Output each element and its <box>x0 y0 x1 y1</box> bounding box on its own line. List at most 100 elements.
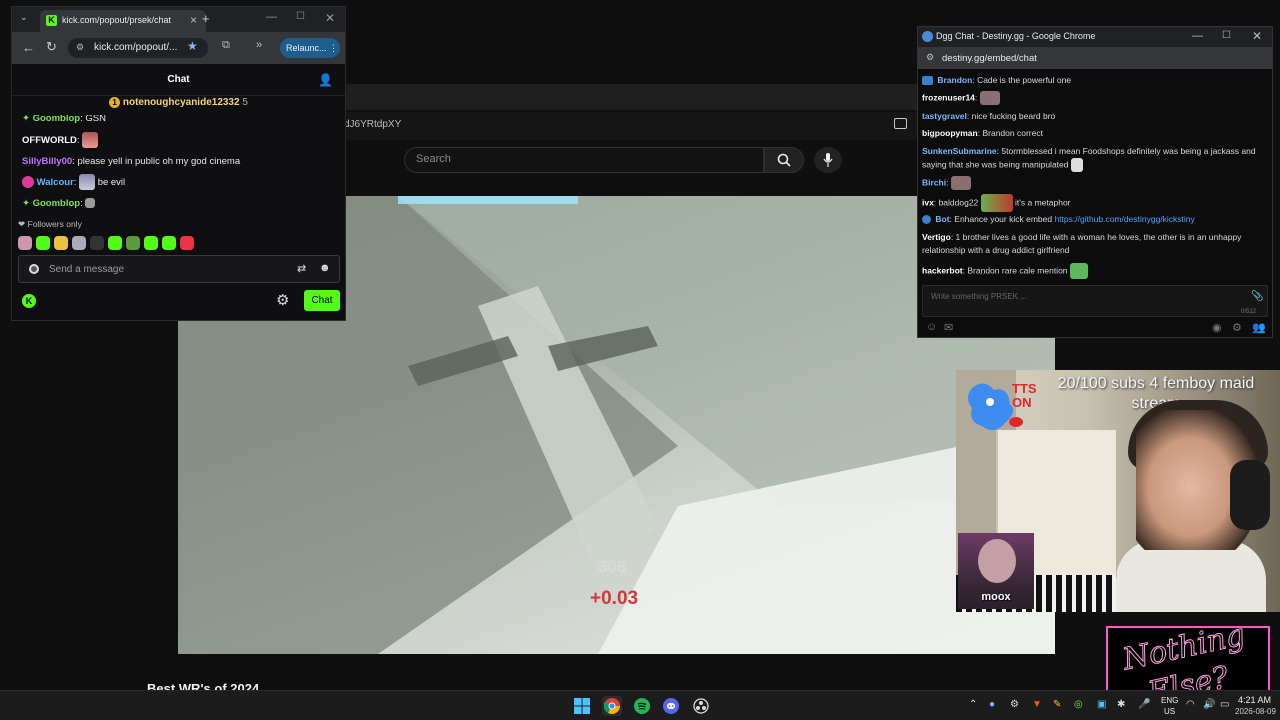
voice-search-button[interactable] <box>814 147 842 173</box>
kick-favicon-icon: K <box>46 15 57 26</box>
pinned-gifter[interactable]: 1 notenoughcyanide12332 5 <box>12 97 345 115</box>
user-settings-icon[interactable]: 👤 <box>318 73 333 87</box>
emote-button[interactable] <box>162 235 176 250</box>
clock-date[interactable]: 2026-08-09 <box>1235 707 1276 716</box>
bookmark-star-icon[interactable]: ★ <box>187 39 198 53</box>
site-info-icon[interactable]: ⚙ <box>926 52 934 63</box>
minimize-icon[interactable]: — <box>266 11 277 23</box>
badge-selector-icon[interactable] <box>29 264 39 274</box>
tab-kick-chat[interactable]: K kick.com/popout/prsek/chat × <box>40 10 206 32</box>
translate-icon[interactable]: ⇄ <box>297 262 306 275</box>
chat-username[interactable]: ivx <box>922 197 934 207</box>
send-chat-button[interactable]: Chat <box>304 290 340 311</box>
more-tools-icon[interactable]: » <box>256 39 262 51</box>
show-hidden-icons[interactable]: ⌃ <box>969 699 977 710</box>
close-icon[interactable]: ✕ <box>325 11 335 25</box>
chat-username[interactable]: Goomblop <box>33 198 81 209</box>
chat-username[interactable]: tastygravel <box>922 111 967 121</box>
chat-text: be evil <box>97 177 126 188</box>
extensions-icon[interactable]: ⧉ <box>222 39 230 52</box>
chat-username[interactable]: Bot <box>935 214 949 224</box>
chat-username[interactable]: SillyBilly00 <box>22 156 72 167</box>
start-button[interactable] <box>572 696 592 716</box>
emote-button[interactable] <box>72 235 86 250</box>
chrome-taskbar-button[interactable] <box>602 696 622 716</box>
emote-button[interactable] <box>90 235 104 250</box>
back-icon[interactable]: ← <box>22 40 35 55</box>
emote-menu-icon[interactable]: ☺ <box>926 321 937 333</box>
chrome-tray-icon[interactable]: ● <box>989 699 995 710</box>
search-input[interactable] <box>404 147 764 173</box>
language-indicator[interactable]: ENG <box>1161 696 1178 705</box>
kick-logo-icon[interactable]: K <box>22 294 36 308</box>
volume-icon[interactable]: 🔊 <box>1203 699 1215 710</box>
chat-username[interactable]: Goomblop <box>33 115 81 124</box>
emote-button[interactable] <box>144 235 158 250</box>
maximize-icon[interactable]: ☐ <box>296 11 305 22</box>
windows-logo-icon <box>574 698 590 714</box>
discord-taskbar-button[interactable] <box>661 696 681 716</box>
emote-button[interactable] <box>18 235 32 250</box>
gift-badge-icon: 1 <box>109 97 121 108</box>
reload-icon[interactable]: ↻ <box>46 39 57 55</box>
address-url: kick.com/popout/... <box>94 42 178 53</box>
chat-username[interactable]: Brandon <box>937 75 972 85</box>
chat-username[interactable]: SunkenSubmarine <box>922 146 997 156</box>
emote-button[interactable] <box>36 235 50 250</box>
app-tray-icon[interactable]: ◎ <box>1074 699 1083 710</box>
minimize-icon[interactable]: — <box>1192 30 1203 42</box>
chat-message-input[interactable]: Send a message ⇄ ☻ <box>18 255 340 283</box>
brave-tray-icon[interactable]: ▼ <box>1032 699 1042 710</box>
relaunch-label: Relaunc... <box>286 43 327 53</box>
chat-username[interactable]: hackerbot <box>922 265 963 275</box>
microphone-icon[interactable]: 🎤 <box>1138 699 1150 710</box>
window-tray-icon[interactable]: ▣ <box>1097 699 1106 710</box>
whispers-icon[interactable]: ✉ <box>944 321 953 334</box>
emote-button[interactable] <box>180 235 194 250</box>
chat-username[interactable]: OFFWORLD <box>22 135 77 146</box>
spotify-taskbar-button[interactable] <box>632 696 652 716</box>
new-tab-icon[interactable]: + <box>202 11 210 26</box>
tool-tray-icon[interactable]: ✎ <box>1053 699 1061 710</box>
region-indicator[interactable]: US <box>1164 707 1175 716</box>
chat-username[interactable]: Birchi <box>922 177 946 187</box>
tab-search-icon[interactable]: ⌄ <box>20 12 28 23</box>
chat-input-placeholder: Send a message <box>49 264 125 275</box>
chat-title: Chat <box>167 74 190 85</box>
emote-button[interactable] <box>54 235 68 250</box>
tab-close-icon[interactable]: × <box>190 13 197 27</box>
settings-tray-icon[interactable]: ✱ <box>1117 699 1125 710</box>
chat-message-input[interactable]: Write something PRSEK ... 📎 0/512 <box>922 285 1268 317</box>
cast-icon[interactable] <box>894 118 907 129</box>
wifi-icon[interactable]: ◠ <box>1186 699 1195 710</box>
eye-icon[interactable]: ◉ <box>1212 321 1222 334</box>
chat-username[interactable]: bigpoopyman <box>922 128 978 138</box>
close-icon[interactable]: ✕ <box>1252 29 1262 43</box>
chat-text: Cade is the powerful one <box>977 75 1072 85</box>
search-button[interactable] <box>764 147 804 173</box>
emote-button[interactable] <box>126 235 140 250</box>
chat-username[interactable]: Walcour <box>37 177 74 188</box>
chat-toolbar: ☺ ✉ ◉ ⚙ 👥 <box>922 321 1268 337</box>
chat-message: ivx: balddog22 it's a metaphor <box>922 194 1266 212</box>
obs-taskbar-button[interactable] <box>691 696 711 716</box>
gear-icon[interactable]: ⚙ <box>276 291 289 309</box>
chat-username[interactable]: Vertigo <box>922 232 951 242</box>
emote-button[interactable] <box>108 235 122 250</box>
chat-username[interactable]: frozenuser14 <box>922 92 975 102</box>
attachment-icon[interactable]: 📎 <box>1251 291 1263 302</box>
maximize-icon[interactable]: ☐ <box>1222 30 1231 41</box>
emoji-picker-icon[interactable]: ☻ <box>319 262 331 274</box>
users-icon[interactable]: 👥 <box>1252 321 1266 334</box>
battery-icon[interactable]: ▭ <box>1220 699 1229 710</box>
chat-link[interactable]: https://github.com/destinygg/kickstiny <box>1054 214 1194 224</box>
clock-time[interactable]: 4:21 AM <box>1238 695 1271 705</box>
chat-message: Walcour: be evil <box>22 173 125 193</box>
search-icon <box>777 153 791 167</box>
steam-tray-icon[interactable]: ⚙ <box>1010 699 1019 710</box>
address-bar[interactable]: ⚙ destiny.gg/embed/chat <box>918 47 1272 69</box>
gear-icon[interactable]: ⚙ <box>1232 321 1242 334</box>
site-info-icon[interactable]: ⚙ <box>76 42 84 53</box>
relaunch-button[interactable]: Relaunc... ⋮ <box>280 38 340 58</box>
pinned-count: 5 <box>242 97 248 109</box>
